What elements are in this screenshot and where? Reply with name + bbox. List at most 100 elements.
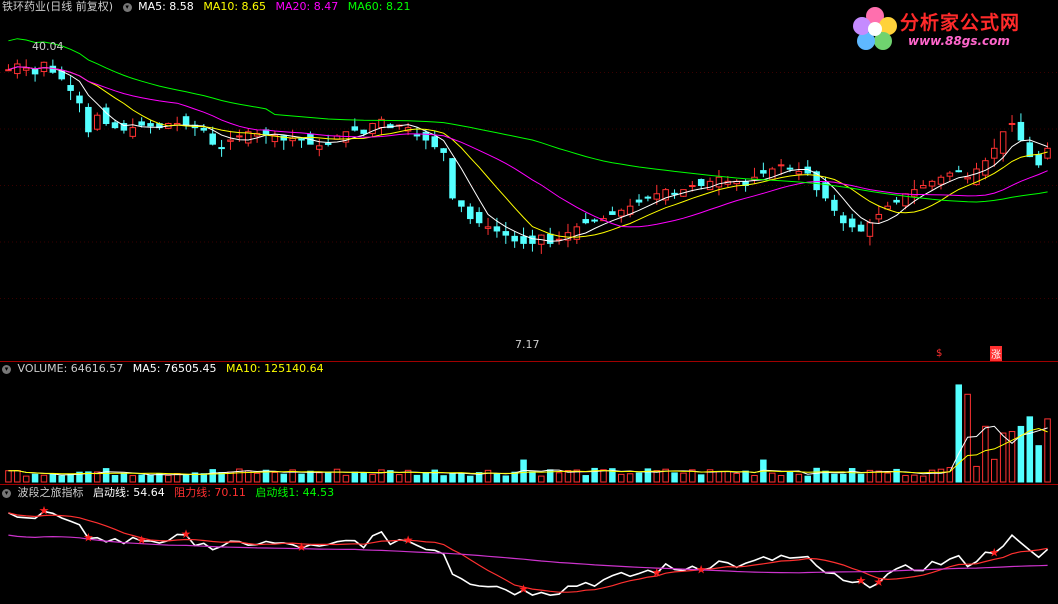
volume-bar	[378, 469, 385, 483]
volume-bar	[680, 472, 687, 483]
candle	[520, 227, 527, 249]
candle	[591, 218, 598, 224]
candle-body	[991, 147, 998, 159]
candle	[697, 178, 705, 190]
candle	[378, 116, 385, 136]
candle-body	[982, 160, 989, 176]
candle	[1017, 113, 1025, 141]
buy-star-icon: ★	[696, 563, 707, 577]
candle-body	[618, 209, 625, 217]
volume-bar	[857, 473, 865, 483]
indicator-settings-icon[interactable]: ▾	[2, 488, 11, 498]
price-chart-panel[interactable]: 铁环药业(日线 前复权) ▾ MA5: 8.58 MA10: 8.65 MA20…	[0, 0, 1058, 361]
candle-body	[316, 145, 323, 150]
candle-body	[875, 213, 883, 220]
volume-settings-icon[interactable]: ▾	[2, 364, 11, 374]
candle-body	[786, 167, 794, 170]
candle-body	[582, 219, 589, 224]
candle-body	[919, 185, 927, 189]
candle	[67, 76, 74, 101]
candle	[538, 234, 545, 254]
volume-bar	[484, 469, 492, 483]
candle-body	[458, 200, 465, 207]
volume-ma5-line	[8, 425, 1048, 476]
watermark-url: www.88gs.com	[908, 34, 1010, 48]
volume-bar	[449, 472, 456, 483]
volume-ma10-line	[8, 427, 1048, 476]
volume-bar	[422, 472, 430, 483]
indicator-lines[interactable]: ★ ★ ★ ★ ★ ★ ★ ★ ★ ★ ★ ★	[0, 486, 1058, 604]
volume-value: VOLUME: 64616.57	[17, 362, 124, 375]
candle-body	[1017, 121, 1025, 141]
candle-body	[22, 67, 30, 71]
buy-star-icon: ★	[518, 582, 529, 596]
candle-body	[529, 235, 536, 244]
candle	[458, 200, 465, 213]
candle	[795, 162, 803, 181]
candle	[831, 194, 838, 216]
volume-bar	[413, 474, 421, 483]
buy-star-icon: ★	[39, 503, 50, 517]
candle	[76, 91, 83, 113]
candle-body	[218, 147, 225, 150]
candle-body	[653, 193, 661, 200]
ma5-line	[8, 66, 1048, 242]
volume-bar	[600, 469, 607, 483]
candle-body	[671, 192, 678, 195]
candle-body	[40, 61, 48, 73]
candle	[848, 213, 856, 233]
candle	[120, 120, 128, 134]
candle	[129, 118, 137, 139]
candle	[804, 160, 812, 176]
volume-chart-panel[interactable]: ▾ VOLUME: 64616.57 MA5: 76505.45 MA10: 1…	[0, 362, 1058, 484]
candle	[191, 120, 199, 136]
candle-body	[14, 63, 21, 75]
candle-body	[928, 180, 936, 187]
volume-bar	[111, 474, 119, 483]
candle	[85, 103, 92, 138]
volume-bar	[733, 472, 740, 483]
volume-bars[interactable]	[0, 362, 1058, 484]
candle	[218, 139, 225, 157]
candle	[440, 147, 447, 162]
volume-bar	[626, 473, 634, 483]
candle-body	[493, 226, 501, 232]
candle-body	[360, 129, 367, 134]
candle	[431, 130, 438, 150]
volume-bar	[831, 473, 838, 483]
volume-bar	[902, 474, 909, 483]
low-price-label: 7.17	[515, 338, 540, 351]
candle	[1008, 115, 1016, 132]
panel-divider-2[interactable]	[0, 484, 1058, 485]
candle-body	[324, 142, 332, 145]
ma60-value: MA60: 8.21	[347, 0, 411, 13]
volume-bar	[440, 475, 447, 483]
candle	[324, 134, 332, 147]
candle-body	[413, 134, 421, 137]
candle-body	[644, 196, 652, 199]
candle	[635, 194, 643, 206]
candle-body	[760, 170, 767, 174]
resistance-line-value: 阻力线: 70.11	[174, 486, 246, 499]
volume-bar	[635, 472, 643, 483]
high-price-label: 40.04	[32, 40, 64, 53]
indicator-chart-panel[interactable]: ★ ★ ★ ★ ★ ★ ★ ★ ★ ★ ★ ★ ▾ 波段之旅指标 启动线: 54.64 阻力线: 70…	[0, 486, 1058, 604]
candle-body	[67, 85, 74, 91]
candle-body	[1035, 154, 1042, 166]
volume-bar	[991, 458, 998, 483]
candle	[529, 229, 536, 252]
candle-body	[591, 219, 598, 222]
volume-ma5: MA5: 76505.45	[132, 362, 217, 375]
candle	[173, 116, 181, 132]
settings-icon[interactable]: ▾	[122, 2, 132, 12]
volume-bar	[937, 468, 945, 483]
candle-body	[795, 170, 803, 175]
volume-bar	[129, 475, 137, 483]
ma5-value: MA5: 8.58	[138, 0, 194, 13]
candle	[937, 174, 945, 190]
signal-dollar: $	[936, 348, 943, 359]
indicator-name: 波段之旅指标	[17, 486, 84, 499]
candle-body	[520, 236, 527, 244]
buy-star-icon: ★	[296, 540, 307, 554]
volume-bar	[955, 384, 962, 483]
